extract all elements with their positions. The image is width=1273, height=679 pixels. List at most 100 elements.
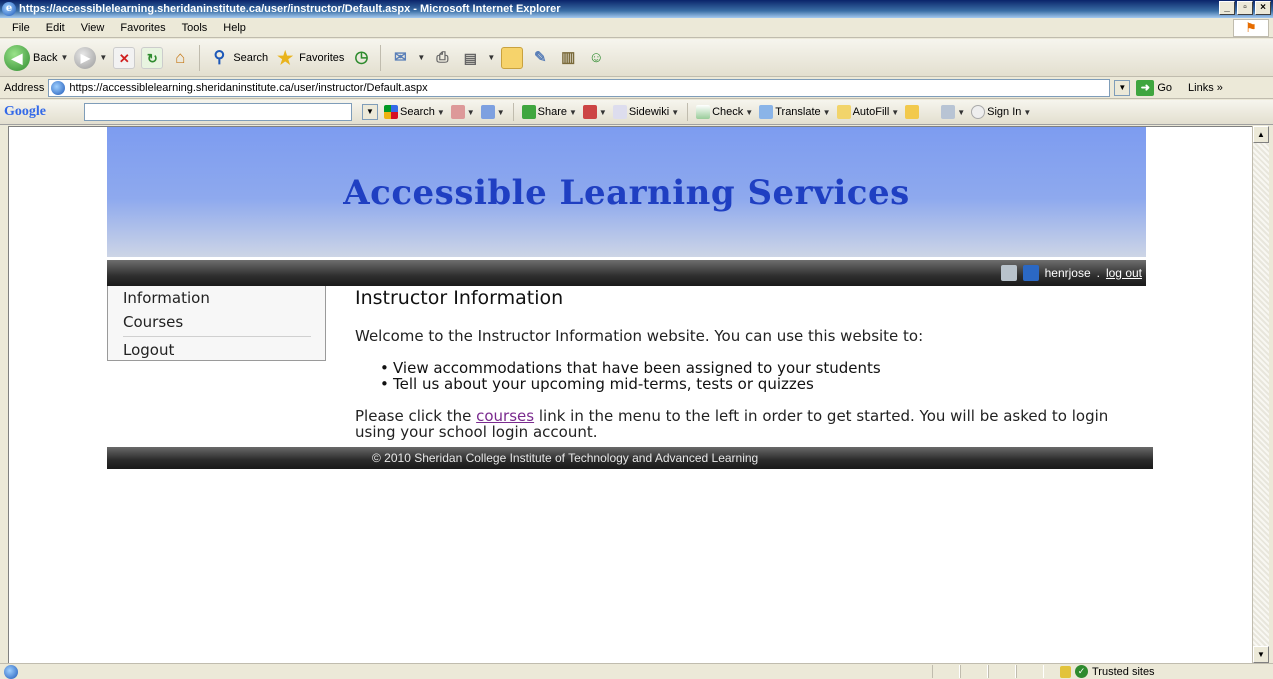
stop-icon[interactable]: ✕ [113,46,136,69]
page-status-icon [4,664,18,679]
toolbar-divider [512,103,514,121]
spellcheck-button[interactable]: Check ▼ [696,105,753,119]
list-item: Tell us about your upcoming mid-terms, t… [380,376,881,392]
minimize-button[interactable]: _ [1219,1,1235,15]
popup-blocker-button[interactable]: ▼ [450,105,475,119]
scroll-down-icon[interactable]: ▼ [1253,646,1269,663]
site-title: Accessible Learning Services [343,173,910,213]
back-button[interactable]: ◀ Back ▼ [4,44,69,71]
ie-logo-icon: e [2,2,16,16]
sidewiki-button[interactable]: Sidewiki ▼ [612,105,680,119]
history-icon[interactable]: ◷ [350,47,372,69]
checkmark-icon: ✓ [1075,665,1088,678]
share-button[interactable]: Share ▼ [521,105,577,119]
chevron-down-icon: ▼ [417,53,426,62]
status-pane [1016,665,1044,678]
menu-divider [123,336,311,337]
autofill-button[interactable]: AutoFill ▼ [836,105,899,119]
forward-button[interactable]: ▶ ▼ [74,46,108,69]
go-button[interactable]: ➜ Go [1136,80,1172,96]
google-dropdown-icon[interactable]: ▼ [362,104,378,120]
message-icon[interactable] [1000,265,1017,281]
highlighter-icon[interactable] [905,105,920,119]
status-pane [960,665,988,678]
sidewiki-icon [612,105,627,119]
settings-button[interactable]: ▼ [941,105,965,119]
chevron-down-icon: ▼ [671,107,680,117]
scroll-up-icon[interactable]: ▲ [1253,126,1269,143]
status-panes [932,665,1044,678]
menu-help[interactable]: Help [215,22,254,34]
spam-icon [582,105,597,119]
bookmark-button[interactable]: ▼ [480,105,505,119]
google-logo: Google [4,104,46,119]
research-icon[interactable]: ▥ [557,47,579,69]
translate-label: Translate [775,106,821,118]
forward-arrow-icon: ▶ [74,46,97,69]
messenger-icon[interactable]: ☺ [585,47,607,69]
menu-view[interactable]: View [73,22,113,34]
spam-button[interactable]: ▼ [582,105,607,119]
user-separator: . [1096,266,1100,280]
toolbar-divider [380,44,382,71]
chevron-down-icon: ▼ [436,107,445,117]
spellcheck-icon [696,105,711,119]
page-footer: © 2010 Sheridan College Institute of Tec… [107,447,1153,469]
standard-toolbar: ◀ Back ▼ ▶ ▼ ✕ ↻ ⌂ ⚲ Search ★ Favorites … [0,39,1273,77]
status-bar: ✓ Trusted sites [0,663,1273,679]
favorites-label: Favorites [299,51,345,64]
menu-tools[interactable]: Tools [174,22,216,34]
logout-link[interactable]: log out [1106,266,1142,280]
chevron-down-icon: ▼ [1023,107,1032,117]
star-icon: ★ [277,47,294,68]
chevron-down-icon: ▼ [60,53,69,62]
back-arrow-icon: ◀ [4,44,30,71]
refresh-icon[interactable]: ↻ [141,46,164,69]
discuss-icon[interactable]: ✎ [529,47,551,69]
home-icon[interactable]: ⌂ [169,47,191,69]
popup-blocker-icon [450,105,465,119]
bookmark-icon [480,105,495,119]
edit-icon[interactable]: ▤ [459,47,481,69]
search-button[interactable]: ⚲ Search [208,47,268,69]
google-search-button[interactable]: Search ▼ [384,105,445,119]
folder-icon[interactable] [501,46,524,69]
address-input[interactable]: https://accessiblelearning.sheridaninsti… [48,79,1111,97]
list-item: View accommodations that have been assig… [380,360,881,376]
menu-file[interactable]: File [4,22,38,34]
google-search-label: Search [400,106,435,118]
chevron-down-icon: ▼ [822,107,831,117]
zone-label: Trusted sites [1092,665,1155,678]
window-controls: _ ▫ × [1219,1,1271,15]
search-label: Search [233,51,269,64]
address-label: Address [4,82,45,94]
menu-item-courses[interactable]: Courses [123,313,183,331]
autofill-icon [836,105,851,119]
menu-item-logout[interactable]: Logout [123,341,174,359]
google-search-icon [384,105,398,119]
sign-in-label: Sign In [987,106,1022,118]
mail-icon[interactable]: ✉ [389,47,411,69]
print-icon[interactable]: ⎙ [431,47,453,69]
page-icon [51,81,66,95]
sidewiki-label: Sidewiki [628,106,670,118]
security-zone[interactable]: ✓ Trusted sites [1060,664,1155,679]
close-button[interactable]: × [1255,1,1271,15]
address-dropdown-icon[interactable]: ▼ [1114,80,1131,96]
welcome-text: Welcome to the Instructor Information we… [355,327,924,345]
favorites-button[interactable]: ★ Favorites [274,47,344,69]
check-label: Check [712,106,744,118]
chevron-down-icon: ▼ [99,53,108,62]
menu-edit[interactable]: Edit [38,22,73,34]
chevron-down-icon: ▼ [745,107,754,117]
sign-in-button[interactable]: Sign In ▼ [971,105,1031,119]
google-search-input[interactable] [84,103,352,121]
go-arrow-icon: ➜ [1136,80,1155,96]
translate-button[interactable]: Translate ▼ [759,105,831,119]
menu-favorites[interactable]: Favorites [112,22,173,34]
links-button[interactable]: Links » [1188,82,1223,94]
maximize-button[interactable]: ▫ [1237,1,1253,15]
menu-item-information[interactable]: Information [123,289,210,307]
vertical-scrollbar[interactable]: ▲ ▼ [1252,126,1269,663]
user-circle-icon [971,105,986,119]
